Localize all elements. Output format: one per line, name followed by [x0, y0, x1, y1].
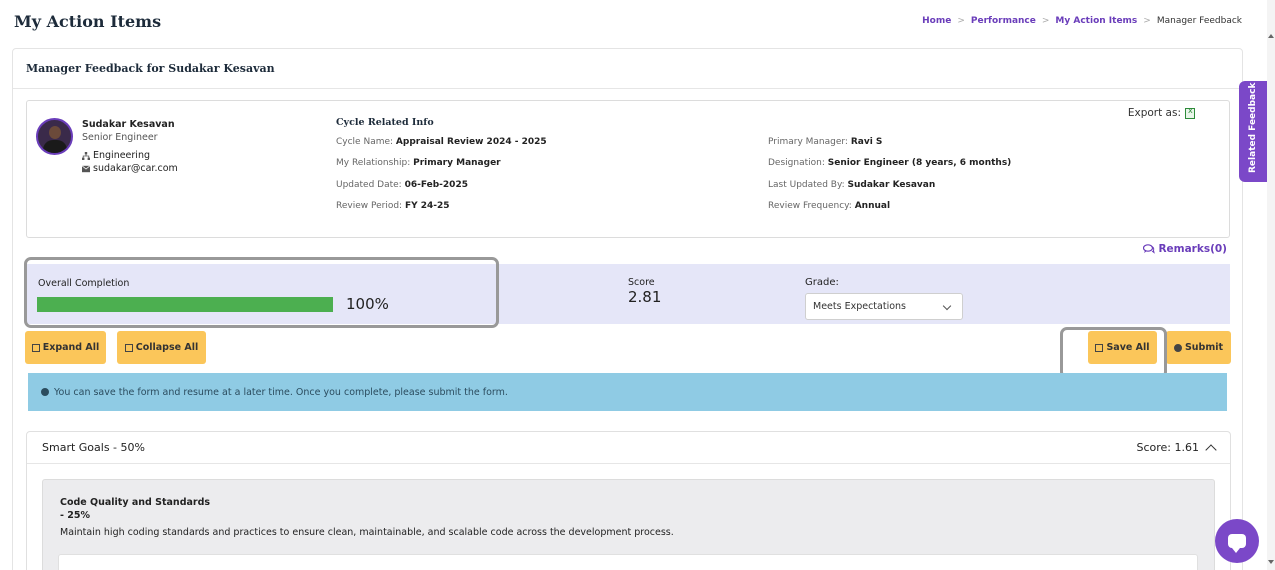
employee-info-box: Sudakar Kesavan Senior Engineer Engineer… [26, 100, 1230, 238]
smart-goals-section: Smart Goals - 50% Score: 1.61 Code Quali… [26, 431, 1231, 570]
export-label: Export as: [1127, 107, 1181, 119]
goal-rating-panel [58, 554, 1198, 570]
chevron-up-icon[interactable] [1205, 443, 1217, 456]
info-alert-text: You can save the form and resume at a la… [54, 386, 508, 398]
cycle-name: Cycle Name: Appraisal Review 2024 - 2025 [336, 137, 547, 147]
breadcrumb-home[interactable]: Home [922, 16, 951, 26]
smart-goals-title: Smart Goals - 50% [42, 441, 145, 454]
score-label: Score [628, 277, 655, 288]
grade-select[interactable]: Meets Expectations [805, 293, 963, 320]
remarks-link[interactable]: Remarks(0) [1143, 243, 1227, 255]
breadcrumb-current: Manager Feedback [1156, 16, 1242, 26]
breadcrumb-my-action-items[interactable]: My Action Items [1055, 16, 1137, 26]
grade-selected-value: Meets Expectations [813, 301, 906, 312]
avatar [36, 118, 73, 155]
chat-button[interactable] [1215, 519, 1259, 563]
breadcrumb-performance[interactable]: Performance [971, 16, 1036, 26]
check-circle-icon [1173, 343, 1182, 352]
comments-icon [1143, 244, 1156, 254]
minus-square-icon [124, 343, 133, 352]
page-title: My Action Items [14, 12, 162, 31]
export-as: Export as: [1127, 106, 1195, 119]
card-header: Manager Feedback for Sudakar Kesavan [13, 49, 1242, 89]
submit-button[interactable]: Submit [1166, 331, 1231, 364]
plus-square-icon [31, 343, 40, 352]
review-period: Review Period: FY 24-25 [336, 201, 450, 211]
goal-item: Code Quality and Standards - 25% Maintai… [42, 479, 1215, 570]
scroll-down-arrow-icon[interactable] [1268, 560, 1274, 564]
breadcrumb: Home > Performance > My Action Items > M… [922, 16, 1242, 26]
excel-icon[interactable] [1185, 106, 1195, 119]
info-circle-icon [41, 388, 49, 396]
last-updated-by: Last Updated By: Sudakar Kesavan [768, 180, 936, 190]
cycle-info-title: Cycle Related Info [336, 117, 434, 128]
smart-goals-score: Score: 1.61 [1136, 441, 1217, 456]
save-highlight-outline [1060, 327, 1167, 379]
sitemap-icon [82, 151, 90, 160]
grade-label: Grade: [805, 277, 839, 288]
employee-department: Engineering [82, 150, 150, 161]
employee-role: Senior Engineer [82, 132, 158, 143]
breadcrumb-separator: > [1041, 16, 1050, 26]
completion-highlight-outline [24, 257, 499, 328]
my-relationship: My Relationship: Primary Manager [336, 158, 501, 168]
info-alert: You can save the form and resume at a la… [28, 373, 1227, 411]
breadcrumb-separator: > [1143, 16, 1151, 26]
email-label[interactable]: sudakar@car.com [93, 163, 178, 174]
employee-name: Sudakar Kesavan [82, 119, 175, 130]
chevron-down-icon [942, 301, 952, 311]
score-value: 2.81 [628, 288, 662, 306]
primary-manager: Primary Manager: Ravi S [768, 137, 883, 147]
scroll-up-arrow-icon[interactable] [1268, 34, 1274, 38]
envelope-icon [82, 164, 90, 172]
related-feedback-tab[interactable]: Related Feedback [1239, 81, 1269, 182]
designation: Designation: Senior Engineer (8 years, 6… [768, 158, 1012, 168]
related-feedback-label: Related Feedback [1248, 82, 1258, 173]
goal-description: Maintain high coding standards and pract… [60, 527, 674, 538]
collapse-all-button[interactable]: Collapse All [117, 331, 206, 364]
chat-bubble-icon [1228, 534, 1246, 553]
smart-goals-header[interactable]: Smart Goals - 50% Score: 1.61 [27, 432, 1230, 464]
remarks-label: Remarks(0) [1158, 243, 1227, 255]
expand-all-button[interactable]: Expand All [25, 331, 106, 364]
card-header-title: Manager Feedback for Sudakar Kesavan [26, 62, 275, 75]
department-label: Engineering [93, 150, 150, 161]
employee-email: sudakar@car.com [82, 163, 178, 174]
review-frequency: Review Frequency: Annual [768, 201, 891, 211]
breadcrumb-separator: > [957, 16, 965, 26]
goal-title: Code Quality and Standards [60, 497, 211, 508]
updated-date: Updated Date: 06-Feb-2025 [336, 180, 468, 190]
goal-weight: - 25% [60, 510, 90, 521]
page-scrollbar[interactable] [1267, 0, 1275, 570]
